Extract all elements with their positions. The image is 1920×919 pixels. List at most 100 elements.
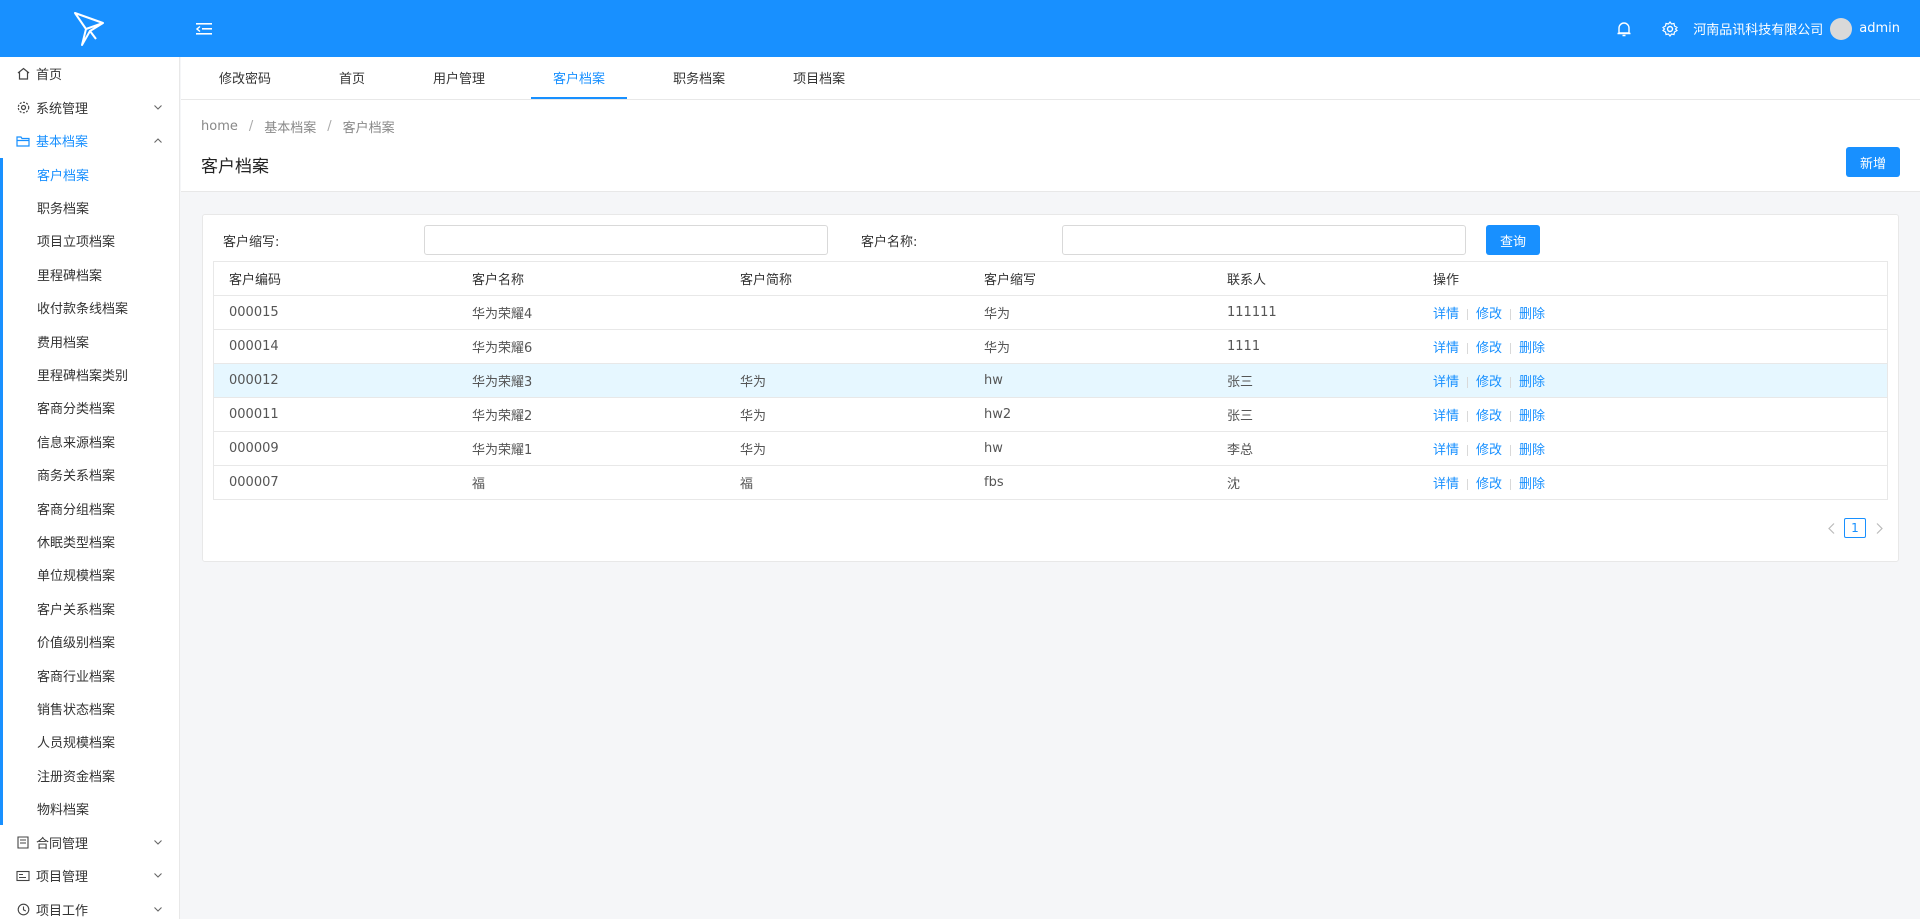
table-row[interactable]: 000014 华为荣耀6 华为 1111 详情 修改 删除 bbox=[214, 329, 1887, 364]
cell-code: 000011 bbox=[214, 397, 457, 432]
edit-link[interactable]: 修改 bbox=[1476, 341, 1502, 356]
table-row[interactable]: 000015 华为荣耀4 华为 111111 详情 修改 删除 bbox=[214, 295, 1887, 330]
sidebar-item-system[interactable]: 系统管理 bbox=[0, 91, 179, 125]
cell-abbr: 华为 bbox=[969, 329, 1212, 364]
sidebar-item-contracts[interactable]: 合同管理 bbox=[0, 825, 179, 859]
delete-link[interactable]: 删除 bbox=[1519, 341, 1545, 356]
edit-link[interactable]: 修改 bbox=[1476, 409, 1502, 424]
add-button[interactable]: 新增 bbox=[1846, 147, 1900, 177]
sidebar-item-label: 首页 bbox=[36, 68, 63, 84]
delete-link[interactable]: 删除 bbox=[1519, 375, 1545, 390]
query-button[interactable]: 查询 bbox=[1486, 225, 1540, 255]
project-icon bbox=[16, 869, 30, 883]
sidebar-subitem[interactable]: 职务档案 bbox=[3, 191, 179, 224]
cell-contact: 111111 bbox=[1212, 295, 1418, 330]
cell-actions: 详情 修改 删除 bbox=[1418, 329, 1887, 364]
tab-change-password[interactable]: 修改密码 bbox=[197, 56, 293, 99]
cell-code: 000012 bbox=[214, 363, 457, 398]
detail-link[interactable]: 详情 bbox=[1433, 375, 1459, 390]
gear-icon[interactable] bbox=[1661, 20, 1679, 38]
edit-link[interactable]: 修改 bbox=[1476, 443, 1502, 458]
detail-link[interactable]: 详情 bbox=[1433, 477, 1459, 492]
page-header: home / 基本档案 / 客户档案 客户档案 新增 bbox=[181, 100, 1920, 192]
table-row[interactable]: 000011 华为荣耀2 华为 hw2 张三 详情 修改 删除 bbox=[214, 397, 1887, 432]
sidebar-subitem[interactable]: 人员规模档案 bbox=[3, 725, 179, 758]
customer-name-label: 客户名称: bbox=[861, 235, 918, 250]
cell-short-name bbox=[725, 329, 969, 364]
breadcrumb-home[interactable]: home bbox=[201, 119, 238, 134]
sidebar-subitem[interactable]: 物料档案 bbox=[3, 792, 179, 825]
menu-collapse-icon[interactable] bbox=[194, 19, 214, 39]
detail-link[interactable]: 详情 bbox=[1433, 409, 1459, 424]
sidebar-subitem[interactable]: 休眠类型档案 bbox=[3, 525, 179, 558]
cell-short-name: 华为 bbox=[725, 397, 969, 432]
delete-link[interactable]: 删除 bbox=[1519, 477, 1545, 492]
customer-abbr-label: 客户缩写: bbox=[223, 235, 280, 250]
edit-link[interactable]: 修改 bbox=[1476, 477, 1502, 492]
sidebar-subitem[interactable]: 项目立项档案 bbox=[3, 224, 179, 257]
table-row[interactable]: 000007 福 福 fbs 沈 详情 修改 删除 bbox=[214, 465, 1887, 499]
tab-user-management[interactable]: 用户管理 bbox=[411, 56, 507, 99]
sidebar-subitem[interactable]: 客商分组档案 bbox=[3, 491, 179, 524]
delete-link[interactable]: 删除 bbox=[1519, 443, 1545, 458]
sidebar-item-projects[interactable]: 项目管理 bbox=[0, 859, 179, 893]
home-icon bbox=[16, 67, 30, 81]
sidebar-item-label: 基本档案 bbox=[36, 135, 89, 151]
sidebar-subitem[interactable]: 单位规模档案 bbox=[3, 558, 179, 591]
sidebar-subitem[interactable]: 价值级别档案 bbox=[3, 625, 179, 658]
customer-abbr-input[interactable] bbox=[424, 225, 828, 255]
sidebar-subitem[interactable]: 注册资金档案 bbox=[3, 759, 179, 792]
contract-icon bbox=[16, 835, 30, 849]
sidebar-subitem[interactable]: 收付款条线档案 bbox=[3, 291, 179, 324]
pagination: 1 bbox=[1826, 518, 1884, 538]
customer-table: 客户编码 客户名称 客户简称 客户缩写 联系人 操作 000015 华为荣耀4 … bbox=[213, 261, 1888, 500]
sidebar: 首页 系统管理 基本档案 客户档案 职务档案 项目立项档案 里程碑档案 收付款条… bbox=[0, 57, 180, 919]
sidebar-item-project-work[interactable]: 项目工作 bbox=[0, 892, 179, 919]
tab-customer-archives[interactable]: 客户档案 bbox=[531, 56, 628, 99]
sidebar-item-label: 项目管理 bbox=[36, 870, 89, 886]
sidebar-subitem[interactable]: 里程碑档案 bbox=[3, 258, 179, 291]
prev-page-icon[interactable] bbox=[1826, 521, 1836, 535]
tab-position-archives[interactable]: 职务档案 bbox=[651, 56, 747, 99]
top-header: 河南品讯科技有限公司 admin bbox=[0, 0, 1920, 57]
sidebar-item-basic-archives[interactable]: 基本档案 bbox=[0, 124, 179, 158]
detail-link[interactable]: 详情 bbox=[1433, 341, 1459, 356]
customer-name-input[interactable] bbox=[1062, 225, 1466, 255]
next-page-icon[interactable] bbox=[1874, 521, 1884, 535]
cell-actions: 详情 修改 删除 bbox=[1418, 465, 1887, 499]
tab-home[interactable]: 首页 bbox=[317, 56, 387, 99]
sidebar-subitem[interactable]: 费用档案 bbox=[3, 324, 179, 357]
sidebar-subitem[interactable]: 客商行业档案 bbox=[3, 658, 179, 691]
delete-link[interactable]: 删除 bbox=[1519, 409, 1545, 424]
detail-link[interactable]: 详情 bbox=[1433, 307, 1459, 322]
page-number[interactable]: 1 bbox=[1844, 518, 1866, 538]
bell-icon[interactable] bbox=[1615, 20, 1633, 38]
edit-link[interactable]: 修改 bbox=[1476, 307, 1502, 322]
column-header: 联系人 bbox=[1212, 262, 1418, 296]
cell-short-name bbox=[725, 295, 969, 330]
sidebar-subitem[interactable]: 客户关系档案 bbox=[3, 592, 179, 625]
tab-project-archives[interactable]: 项目档案 bbox=[771, 56, 867, 99]
table-row[interactable]: 000009 华为荣耀1 华为 hw 李总 详情 修改 删除 bbox=[214, 431, 1887, 466]
cell-contact: 张三 bbox=[1212, 397, 1418, 432]
cell-actions: 详情 修改 删除 bbox=[1418, 397, 1887, 432]
detail-link[interactable]: 详情 bbox=[1433, 443, 1459, 458]
breadcrumb-basic-archives[interactable]: 基本档案 bbox=[264, 117, 316, 136]
sidebar-item-label: 系统管理 bbox=[36, 101, 89, 117]
cell-contact: 张三 bbox=[1212, 363, 1418, 398]
username[interactable]: admin bbox=[1859, 21, 1900, 36]
sidebar-subitem[interactable]: 信息来源档案 bbox=[3, 425, 179, 458]
sidebar-item-home[interactable]: 首页 bbox=[0, 57, 179, 91]
edit-link[interactable]: 修改 bbox=[1476, 375, 1502, 390]
sidebar-subitem[interactable]: 商务关系档案 bbox=[3, 458, 179, 491]
avatar[interactable] bbox=[1830, 17, 1853, 40]
delete-link[interactable]: 删除 bbox=[1519, 307, 1545, 322]
sidebar-subitem[interactable]: 客户档案 bbox=[3, 158, 179, 191]
sidebar-subitem[interactable]: 销售状态档案 bbox=[3, 692, 179, 725]
table-row[interactable]: 000012 华为荣耀3 华为 hw 张三 详情 修改 删除 bbox=[214, 363, 1887, 398]
customer-list-card: 客户缩写: 客户名称: 查询 客户编码 客户名称 客户简称 客户缩写 联系人 操… bbox=[202, 214, 1899, 562]
sidebar-subitem[interactable]: 里程碑档案类别 bbox=[3, 358, 179, 391]
logo[interactable] bbox=[0, 0, 180, 57]
cell-contact: 李总 bbox=[1212, 431, 1418, 466]
sidebar-subitem[interactable]: 客商分类档案 bbox=[3, 391, 179, 424]
